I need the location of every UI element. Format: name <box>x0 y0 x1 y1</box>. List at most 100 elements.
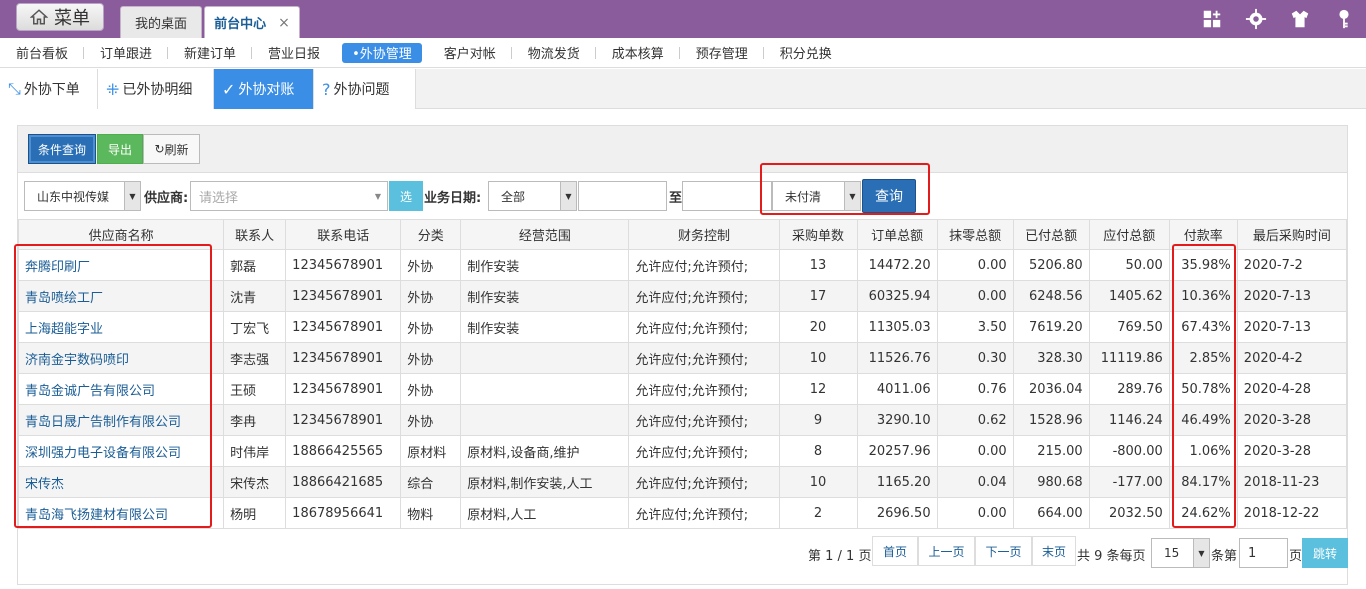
nav-item-logistics[interactable]: 物流发货 <box>512 43 596 63</box>
table-cell: 2020-3-28 <box>1236 435 1348 467</box>
supplier-name-link[interactable]: 深圳强力电子设备有限公司 <box>17 435 225 467</box>
subtab-outsource-order[interactable]: ⤡ 外协下单 <box>0 69 98 109</box>
table-row[interactable]: 深圳强力电子设备有限公司 时伟岸 18866425565 原材料 原材料,设备商,维护允… <box>17 435 1348 467</box>
col-header[interactable]: 最后采购时间 <box>1236 219 1348 250</box>
table-cell: 35.98% <box>1168 249 1238 281</box>
first-page-button[interactable]: 首页 <box>872 536 918 566</box>
table-cell: 215.00 <box>1012 435 1090 467</box>
supplier-name-link[interactable]: 济南金宇数码喷印 <box>17 342 225 374</box>
table-cell: 杨明 <box>223 497 287 529</box>
table-cell: 0.04 <box>936 466 1014 498</box>
chevron-down-icon: ▼ <box>124 182 140 210</box>
gear-icon[interactable] <box>1234 0 1278 38</box>
table-cell: 综合 <box>400 466 462 498</box>
table-cell: 1528.96 <box>1012 404 1090 436</box>
page-size-select[interactable]: 15 ▼ <box>1151 538 1210 568</box>
next-page-button[interactable]: 下一页 <box>975 536 1032 566</box>
table-cell: 原材料,制作安装,人工 <box>460 466 630 498</box>
supplier-name-link[interactable]: 青岛金诚广告有限公司 <box>17 373 225 405</box>
supplier-name-link[interactable]: 青岛日晟广告制作有限公司 <box>17 404 225 436</box>
col-header[interactable]: 应付总额 <box>1088 219 1170 250</box>
table-cell: 50.78% <box>1168 373 1238 405</box>
supplier-name-link[interactable]: 上海超能字业 <box>17 311 225 343</box>
col-header[interactable]: 抹零总额 <box>936 219 1014 250</box>
col-header[interactable]: 财务控制 <box>628 219 780 250</box>
table-cell: 1146.24 <box>1088 404 1170 436</box>
table-row[interactable]: 青岛海飞扬建材有限公司 杨明 18678956641 物料 原材料,人工 允许应付;允许预… <box>17 497 1348 529</box>
supplier-name-link[interactable]: 青岛海飞扬建材有限公司 <box>17 497 225 529</box>
key-icon[interactable] <box>1322 0 1366 38</box>
table-cell <box>460 342 630 374</box>
col-header[interactable]: 采购单数 <box>778 219 858 250</box>
table-cell: 18866425565 <box>285 435 402 467</box>
table-cell: 8 <box>778 435 858 467</box>
goto-page-input[interactable]: 1 <box>1239 538 1288 568</box>
nav-item-outsourcing[interactable]: •外协管理 <box>342 42 422 63</box>
table-cell: 允许应付;允许预付; <box>628 404 780 436</box>
date-start-input[interactable] <box>578 181 667 211</box>
col-header[interactable]: 分类 <box>400 219 462 250</box>
table-cell: 4011.06 <box>856 373 938 405</box>
col-header[interactable]: 联系人 <box>223 219 287 250</box>
table-cell: 允许应付;允许预付; <box>628 280 780 312</box>
grid-add-icon[interactable] <box>1190 0 1234 38</box>
tab-my-desktop[interactable]: 我的桌面 <box>120 6 202 38</box>
goto-button[interactable]: 跳转 <box>1302 538 1348 568</box>
nav-item-cost[interactable]: 成本核算 <box>596 43 680 63</box>
table-row[interactable]: 青岛喷绘工厂 沈青 12345678901 外协 制作安装 允许应付;允许预付; 17 603… <box>17 280 1348 312</box>
refresh-button[interactable]: ↻ 刷新 <box>143 134 200 164</box>
close-icon[interactable]: × <box>278 15 290 31</box>
nav-item-customer-reconcile[interactable]: 客户对帐 <box>428 43 512 63</box>
table-row[interactable]: 青岛金诚广告有限公司 王硕 12345678901 外协 允许应付;允许预付; 12 401… <box>17 373 1348 405</box>
table-cell: 1405.62 <box>1088 280 1170 312</box>
col-header[interactable]: 订单总额 <box>856 219 938 250</box>
subtab-issues[interactable]: ? 外协问题 <box>314 69 416 109</box>
nav-item-prepaid[interactable]: 预存管理 <box>680 43 764 63</box>
table-row[interactable]: 上海超能字业 丁宏飞 12345678901 外协 制作安装 允许应付;允许预付; 20 11… <box>17 311 1348 343</box>
chevron-down-icon: ▼ <box>1193 539 1209 567</box>
table-cell: 2020-4-28 <box>1236 373 1348 405</box>
main-panel: 条件查询 导出 ↻ 刷新 山东中视传媒 ▼ 供应商: 请选择 ▼ 选 业务日期: 全部… <box>17 125 1348 585</box>
subtab-outsourced-details[interactable]: ⁜ 已外协明细 <box>98 69 214 109</box>
table-cell: 制作安装 <box>460 280 630 312</box>
supplier-input[interactable]: 请选择 ▼ <box>190 181 388 211</box>
tab-front-center[interactable]: 前台中心 × <box>204 6 300 38</box>
table-cell: 允许应付;允许预付; <box>628 466 780 498</box>
last-page-button[interactable]: 末页 <box>1032 536 1076 566</box>
date-range-select[interactable]: 全部 ▼ <box>488 181 577 211</box>
nav-item-order-follow[interactable]: 订单跟进 <box>84 43 169 63</box>
nav-item-dashboard[interactable]: 前台看板 <box>0 43 85 63</box>
table-row[interactable]: 宋传杰 宋传杰 18866421685 综合 原材料,制作安装,人工 允许应付;允许预付;… <box>17 466 1348 498</box>
page-suffix-label: 页 <box>1289 549 1303 564</box>
company-select[interactable]: 山东中视传媒 ▼ <box>24 181 141 211</box>
table-row[interactable]: 奔腾印刷厂 郭磊 12345678901 外协 制作安装 允许应付;允许预付; 13 1447… <box>17 249 1348 281</box>
query-button[interactable]: 查询 <box>862 179 916 213</box>
supplier-pick-button[interactable]: 选 <box>389 181 423 211</box>
supplier-name-link[interactable]: 宋传杰 <box>17 466 225 498</box>
pay-status-select[interactable]: 未付清 ▼ <box>772 181 861 211</box>
shirt-icon[interactable] <box>1278 0 1322 38</box>
menu-button[interactable]: 菜单 <box>16 3 104 31</box>
nav-item-points[interactable]: 积分兑换 <box>764 43 848 63</box>
search-mode-button[interactable]: 条件查询 <box>28 134 96 164</box>
col-header[interactable]: 经营范围 <box>460 219 630 250</box>
table-cell: 20 <box>778 311 858 343</box>
subtab-reconciliation[interactable]: ✓ 外协对账 <box>214 69 314 109</box>
table-row[interactable]: 济南金宇数码喷印 李志强 12345678901 外协 允许应付;允许预付; 10 1152… <box>17 342 1348 374</box>
export-button[interactable]: 导出 <box>97 134 143 164</box>
table-cell: 制作安装 <box>460 249 630 281</box>
table-row[interactable]: 青岛日晟广告制作有限公司 李冉 12345678901 外协 允许应付;允许预付; 9 32… <box>17 404 1348 436</box>
col-header[interactable]: 付款率 <box>1168 219 1238 250</box>
supplier-name-link[interactable]: 奔腾印刷厂 <box>17 249 225 281</box>
table-cell: 2018-12-22 <box>1236 497 1348 529</box>
date-end-input[interactable] <box>682 181 772 211</box>
nav-item-new-order[interactable]: 新建订单 <box>168 43 253 63</box>
table-cell: 2020-3-28 <box>1236 404 1348 436</box>
col-header[interactable]: 供应商名称 <box>17 219 225 250</box>
supplier-name-link[interactable]: 青岛喷绘工厂 <box>17 280 225 312</box>
col-header[interactable]: 已付总额 <box>1012 219 1090 250</box>
table-cell: 50.00 <box>1088 249 1170 281</box>
col-header[interactable]: 联系电话 <box>285 219 402 250</box>
prev-page-button[interactable]: 上一页 <box>918 536 975 566</box>
nav-item-daily-report[interactable]: 营业日报 <box>252 43 336 63</box>
